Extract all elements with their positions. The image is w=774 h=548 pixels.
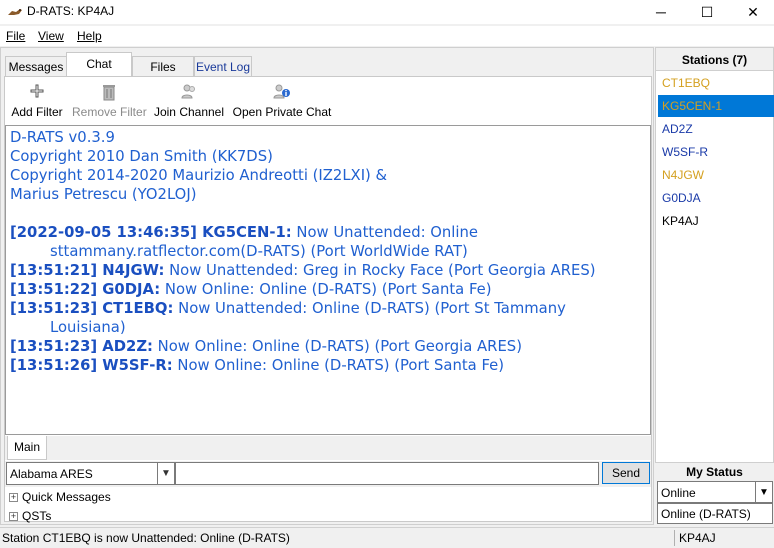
station-call: N4JGW [662,168,704,182]
chat-log[interactable]: D-RATS v0.3.9 Copyright 2010 Dan Smith (… [5,125,651,435]
status-select-value: Online [661,486,696,500]
chat-message-sender: [13:51:26] W5SF-R: [10,357,173,374]
main-tabs: Messages Chat Files Event Log [4,52,652,77]
chat-message-sender: [13:51:23] AD2Z: [10,338,153,355]
chat-message-continuation: Louisiana) [50,319,126,336]
station-call: G0DJA [662,191,701,205]
chat-message: [13:51:22] G0DJA: Now Online: Online (D-… [10,280,650,299]
quick-messages-expander[interactable]: + Quick Messages [9,490,111,508]
chat-message-text: Now Unattended: Online (D-RATS) (Port St… [173,300,566,317]
chat-message-continuation: sttammany.ratflector.com(D-RATS) (Port W… [50,243,468,260]
expand-icon[interactable]: + [9,493,18,503]
chat-intro-line: Copyright 2014-2020 Maurizio Andreotti (… [10,167,388,184]
chat-message-sender: [13:51:21] N4JGW: [10,262,165,279]
chat-message: [13:51:21] N4JGW: Now Unattended: Greg i… [10,261,650,280]
tab-event-log[interactable]: Event Log [194,56,252,77]
send-button[interactable]: Send [602,462,650,484]
status-message-input[interactable]: Online (D-RATS) [657,503,773,524]
qsts-expander[interactable]: + QSTs [9,509,51,527]
status-callsign: KP4AJ [679,531,716,545]
station-call: KG5CEN-1 [662,99,723,113]
chat-message-text: Now Online: Online (D-RATS) (Port Santa … [160,281,492,298]
chat-intro-line: Copyright 2010 Dan Smith (KK7DS) [10,148,273,165]
menu-bar: File View Help [0,26,774,46]
station-call: W5SF-R [662,145,708,159]
my-status-label: My Status [686,465,743,479]
status-select[interactable]: Online ▼ [657,481,773,503]
chat-message-input[interactable] [175,462,599,485]
d-rats-logo-icon [8,9,22,15]
add-filter-button[interactable]: Add Filter [11,83,63,119]
chat-message: [13:51:23] CT1EBQ: Now Unattended: Onlin… [10,299,650,318]
channel-select-value: Alabama ARES [10,467,93,481]
chat-panel: Add Filter Remove Filter Join Channel Op… [4,76,652,523]
status-message: Station CT1EBQ is now Unattended: Online… [2,531,290,545]
station-item[interactable]: N4JGW [658,164,774,186]
station-item[interactable]: AD2Z [658,118,774,140]
chat-message-text: Now Online: Online (D-RATS) (Port Santa … [172,357,505,374]
chat-toolbar: Add Filter Remove Filter Join Channel Op… [5,77,651,123]
chat-message-sender: [2022-09-05 13:46:35] KG5CEN-1: [10,224,292,241]
trash-icon [72,83,146,103]
maximize-icon: ☐ [700,3,714,20]
menu-file[interactable]: File [6,29,25,43]
station-call: CT1EBQ [662,76,711,90]
main-pane: Messages Chat Files Event Log Add Filter… [0,47,654,525]
chat-message-text: Now Unattended: Online [291,224,479,241]
title-bar: D-RATS: KP4AJ ─ ☐ ✕ [0,0,774,24]
station-item[interactable]: G0DJA [658,187,774,209]
stations-list[interactable]: CT1EBQ KG5CEN-1 AD2Z W5SF-R N4JGW G0DJA … [655,71,774,463]
chat-message-sender: [13:51:23] CT1EBQ: [10,300,174,317]
stations-header[interactable]: Stations (7) [655,47,774,71]
close-button[interactable]: ✕ [730,0,774,24]
chat-message-text: Now Online: Online (D-RATS) (Port Georgi… [152,338,522,355]
station-item[interactable]: CT1EBQ [658,72,774,94]
status-divider [674,530,675,546]
station-call: AD2Z [662,122,693,136]
menu-view[interactable]: View [38,29,64,43]
join-channel-button[interactable]: Join Channel [153,83,225,119]
station-item[interactable]: KP4AJ [658,210,774,232]
app-window: D-RATS: KP4AJ ─ ☐ ✕ File View Help Messa… [0,0,774,548]
close-icon: ✕ [747,3,759,20]
station-item[interactable]: W5SF-R [658,141,774,163]
station-item-selected[interactable]: KG5CEN-1 [658,95,774,117]
status-bar: Station CT1EBQ is now Unattended: Online… [0,527,774,548]
expand-icon[interactable]: + [9,512,18,522]
tab-main-channel[interactable]: Main [7,436,47,460]
chat-intro-line: Marius Petrescu (YO2LOJ) [10,186,197,203]
private-chat-icon [232,83,332,103]
tab-messages[interactable]: Messages [5,56,67,77]
chat-message-text: Now Unattended: Greg in Rocky Face (Port… [164,262,596,279]
minimize-icon: ─ [656,4,666,20]
open-private-chat-button[interactable]: Open Private Chat [232,83,332,119]
tab-files[interactable]: Files [132,56,194,77]
chat-message-sender: [13:51:22] G0DJA: [10,281,161,298]
chat-message: [13:51:23] AD2Z: Now Online: Online (D-R… [10,337,650,356]
station-call: KP4AJ [662,214,699,228]
chat-input-row: Alabama ARES ▼ Send [5,461,651,487]
tab-chat[interactable]: Chat [66,52,132,77]
chat-message: [13:51:26] W5SF-R: Now Online: Online (D… [10,356,650,375]
menu-help[interactable]: Help [77,29,102,43]
plus-icon [11,83,63,103]
chevron-down-icon[interactable]: ▼ [157,463,174,484]
minimize-button[interactable]: ─ [638,0,684,24]
channel-tabs: Main [5,436,651,460]
maximize-button[interactable]: ☐ [684,0,730,24]
channel-select[interactable]: Alabama ARES ▼ [6,462,175,485]
chat-intro-line: D-RATS v0.3.9 [10,129,115,146]
window-title: D-RATS: KP4AJ [27,4,115,18]
stations-pane: Stations (7) CT1EBQ KG5CEN-1 AD2Z W5SF-R… [655,47,774,525]
remove-filter-button[interactable]: Remove Filter [72,83,147,119]
chevron-down-icon[interactable]: ▼ [755,482,772,502]
people-icon [153,83,225,103]
chat-message: [2022-09-05 13:46:35] KG5CEN-1: Now Unat… [10,223,650,242]
